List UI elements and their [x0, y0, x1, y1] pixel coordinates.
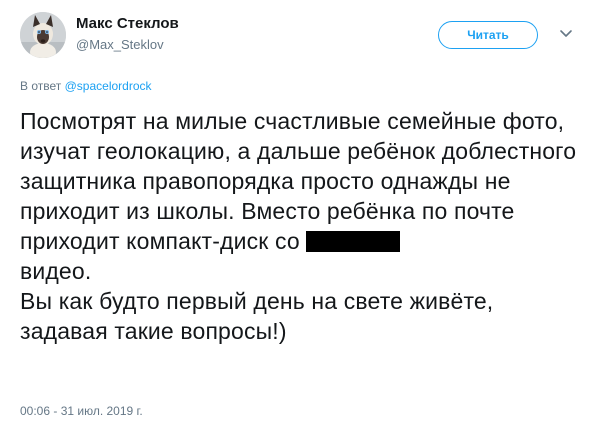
cat-avatar-image: [20, 12, 66, 58]
tweet-timestamp[interactable]: 00:06 - 31 июл. 2019 г.: [20, 404, 143, 418]
follow-button[interactable]: Читать: [438, 21, 538, 49]
author-name[interactable]: Макс Стеклов: [76, 14, 179, 34]
author-block: Макс Стеклов @Max_Steklov: [76, 14, 179, 54]
reply-to-link[interactable]: @spacelordrock: [65, 79, 152, 93]
author-handle[interactable]: @Max_Steklov: [76, 36, 179, 54]
redaction-block: [306, 231, 401, 252]
tweet-text-part2: видео. Вы как будто первый день на свете…: [20, 258, 494, 344]
reply-prefix: В ответ: [20, 79, 62, 93]
avatar[interactable]: [20, 12, 66, 58]
tweet-text: Посмотрят на милые счастливые семейные ф…: [20, 106, 580, 346]
tweet-card: Макс Стеклов @Max_Steklov Читать В ответ…: [0, 0, 590, 425]
tweet-header: Макс Стеклов @Max_Steklov Читать: [20, 12, 574, 60]
reply-context: В ответ @spacelordrock: [20, 78, 152, 94]
tweet-text-part1: Посмотрят на милые счастливые семейные ф…: [20, 108, 583, 254]
chevron-down-icon[interactable]: [558, 26, 574, 42]
